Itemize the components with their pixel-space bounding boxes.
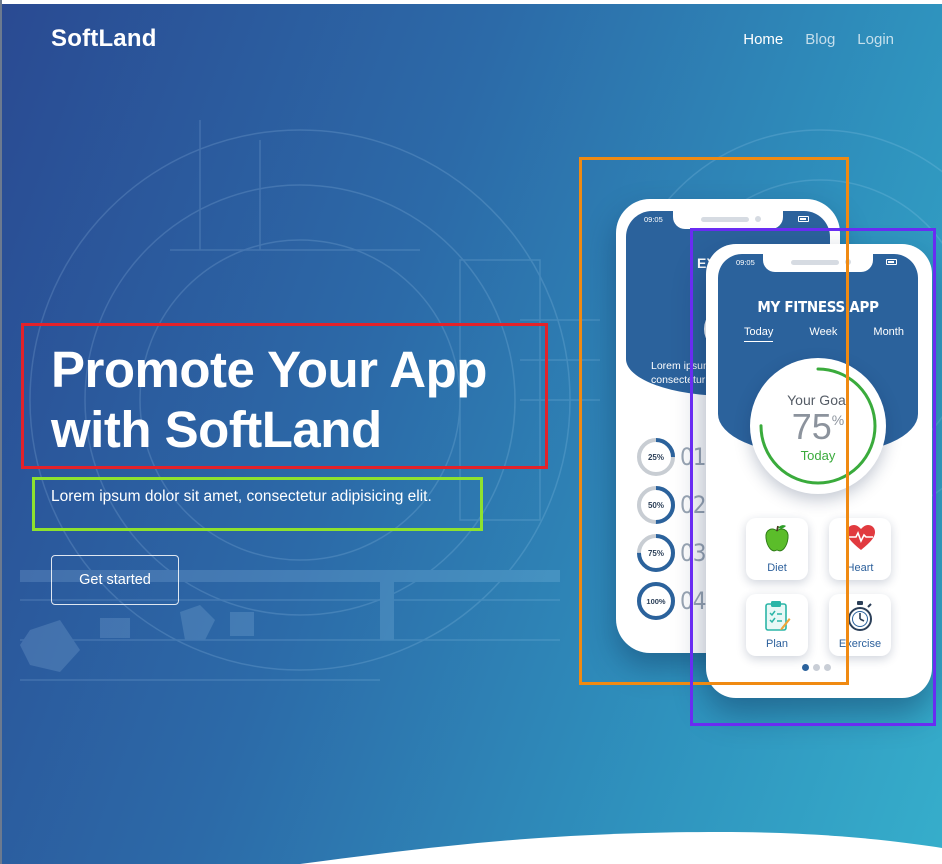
hero-headline-line1: Promote Your App bbox=[51, 341, 487, 398]
nav-link-blog[interactable]: Blog bbox=[805, 31, 835, 48]
phone-back-time: 09:05 bbox=[644, 215, 663, 224]
progress-ring-25: 25% bbox=[637, 438, 675, 476]
bottom-wave-divider bbox=[300, 832, 942, 864]
fitness-app-title: MY FITNESS APP bbox=[757, 298, 879, 316]
clipboard-icon bbox=[765, 601, 791, 631]
hero-section: SoftLand Home Blog Login Promote Your Ap… bbox=[0, 0, 942, 864]
phone-back-text-line2: consectetur bbox=[651, 374, 706, 386]
progress-label: 100% bbox=[646, 597, 666, 606]
tile-plan[interactable]: Plan bbox=[746, 594, 808, 656]
tile-heart[interactable]: Heart bbox=[829, 518, 891, 580]
get-started-button[interactable]: Get started bbox=[51, 555, 179, 605]
phone-front-notch bbox=[763, 254, 873, 272]
carousel-dots bbox=[802, 664, 831, 671]
tile-exercise-label: Exercise bbox=[838, 638, 882, 650]
carousel-dot[interactable] bbox=[802, 664, 809, 671]
progress-label: 50% bbox=[648, 501, 664, 510]
goal-period: Today bbox=[800, 448, 836, 463]
page-top-border bbox=[0, 0, 942, 4]
progress-ring-100: 100% bbox=[637, 582, 675, 620]
goal-unit: % bbox=[831, 412, 845, 428]
progress-number: 03 bbox=[680, 539, 706, 567]
goal-gauge: Your Goal 75% Today bbox=[750, 358, 886, 494]
phone-back-text: Lorem ipsum consectetur bbox=[651, 359, 711, 387]
tab-week[interactable]: Week bbox=[809, 326, 837, 342]
apple-icon bbox=[765, 525, 789, 552]
goal-number: 75 bbox=[791, 406, 832, 447]
tile-exercise[interactable]: Exercise bbox=[829, 594, 891, 656]
carousel-dot[interactable] bbox=[824, 664, 831, 671]
heart-icon bbox=[847, 525, 875, 550]
hero-headline: Promote Your App with SoftLand bbox=[51, 340, 551, 460]
site-logo[interactable]: SoftLand bbox=[51, 25, 157, 53]
stopwatch-icon bbox=[848, 601, 872, 631]
main-nav: Home Blog Login bbox=[743, 31, 894, 48]
phone-back-notch bbox=[673, 211, 783, 229]
progress-number: 04 bbox=[680, 587, 706, 615]
progress-label: 25% bbox=[648, 453, 664, 462]
phone-front-screen: 09:05 MY FITNESS APP Today Week Month Yo… bbox=[718, 254, 918, 692]
battery-icon bbox=[886, 259, 897, 265]
hero-subtitle: Lorem ipsum dolor sit amet, consectetur … bbox=[51, 488, 432, 505]
tile-diet[interactable]: Diet bbox=[746, 518, 808, 580]
tile-heart-label: Heart bbox=[846, 562, 874, 574]
phone-front-time: 09:05 bbox=[736, 258, 755, 267]
battery-icon bbox=[798, 216, 809, 222]
tile-diet-label: Diet bbox=[767, 562, 787, 574]
tile-plan-label: Plan bbox=[765, 638, 789, 650]
phone-back-text-line1: Lorem ipsum bbox=[651, 360, 711, 372]
period-tabs: Today Week Month bbox=[744, 326, 904, 342]
progress-label: 75% bbox=[648, 549, 664, 558]
goal-value: 75% bbox=[750, 406, 886, 448]
progress-ring-50: 50% bbox=[637, 486, 675, 524]
nav-link-login[interactable]: Login bbox=[857, 31, 894, 48]
progress-number: 02 bbox=[680, 491, 706, 519]
hero-headline-line2: with SoftLand bbox=[51, 401, 382, 458]
carousel-dot[interactable] bbox=[813, 664, 820, 671]
nav-link-home[interactable]: Home bbox=[743, 31, 783, 48]
tab-today[interactable]: Today bbox=[744, 326, 774, 342]
tab-month[interactable]: Month bbox=[873, 326, 904, 342]
page-left-border bbox=[0, 0, 2, 864]
phone-mockup-front: 09:05 MY FITNESS APP Today Week Month Yo… bbox=[706, 244, 932, 698]
progress-ring-75: 75% bbox=[637, 534, 675, 572]
progress-number: 01 bbox=[680, 443, 706, 471]
